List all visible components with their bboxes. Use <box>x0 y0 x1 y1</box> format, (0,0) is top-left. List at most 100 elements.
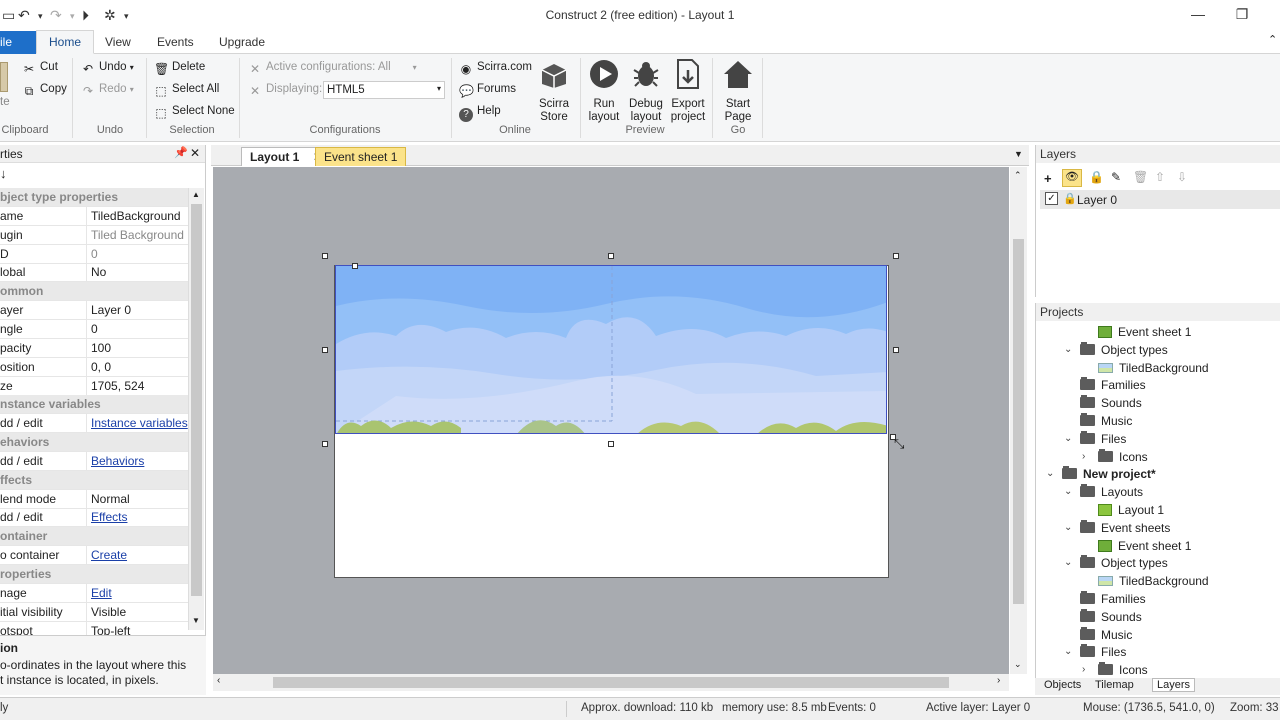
tree-item[interactable]: TiledBackground <box>1098 574 1209 588</box>
canvas-vertical-scrollbar[interactable]: ⌃ ⌄ <box>1010 167 1027 674</box>
delete-layer-icon[interactable]: 🗑 <box>1133 170 1148 184</box>
delete-button[interactable]: 🗑 Delete <box>154 61 205 76</box>
tree-item[interactable]: Layouts <box>1080 484 1143 499</box>
tree-item[interactable]: Sounds <box>1080 395 1142 410</box>
select-all-button[interactable]: ⬚ Select All <box>154 83 219 98</box>
resize-handle[interactable] <box>322 347 328 353</box>
tree-item[interactable]: Files <box>1080 644 1126 659</box>
tree-item[interactable]: Event sheet 1 <box>1098 325 1191 339</box>
displaying-select[interactable]: HTML5 ▾ <box>323 81 445 99</box>
redo-button[interactable]: ↷ Redo ▾ <box>81 83 134 98</box>
tab-layers[interactable]: Layers <box>1152 678 1196 692</box>
run-layout-button[interactable]: Run layout <box>583 58 625 124</box>
scirra-link[interactable]: ◉ Scirra.com <box>459 61 532 76</box>
lock-icon[interactable]: 🔒 <box>1089 170 1104 184</box>
collapse-icon[interactable]: ⌄ <box>1064 646 1072 657</box>
property-row[interactable]: itial visibility Visible <box>0 602 188 622</box>
property-row[interactable]: osition 0, 0 <box>0 357 188 377</box>
collapse-icon[interactable]: ⌄ <box>1046 468 1054 479</box>
tree-item[interactable]: Music <box>1080 626 1132 642</box>
image-point-handle[interactable] <box>352 263 358 269</box>
ribbon-collapse-icon[interactable]: ⌃ <box>1268 33 1277 46</box>
tab-event-sheet-1[interactable]: Event sheet 1 <box>315 147 407 166</box>
tree-item[interactable]: Families <box>1080 377 1146 392</box>
property-row[interactable]: nage Edit <box>0 583 188 603</box>
resize-handle[interactable] <box>893 347 899 353</box>
tab-upgrade[interactable]: Upgrade <box>219 35 265 49</box>
tree-item[interactable]: New project* <box>1062 466 1156 481</box>
resize-handle[interactable] <box>893 253 899 259</box>
cut-button[interactable]: ✂ Cut <box>22 61 58 76</box>
tree-item[interactable]: TiledBackground <box>1098 361 1209 375</box>
help-link[interactable]: ? Help <box>459 105 501 122</box>
property-row[interactable]: lobal No <box>0 263 188 283</box>
resize-handle[interactable] <box>608 253 614 259</box>
property-row[interactable]: ze 1705, 524 <box>0 376 188 396</box>
collapse-icon[interactable]: ⌄ <box>1064 344 1072 355</box>
tab-home[interactable]: Home <box>36 30 95 54</box>
property-link[interactable]: Behaviors <box>91 454 144 468</box>
undo-button[interactable]: ↶ Undo ▾ <box>81 61 134 76</box>
select-none-button[interactable]: ⬚ Select None <box>154 105 234 120</box>
tab-file[interactable]: ile <box>0 31 40 54</box>
tree-item[interactable]: Event sheet 1 <box>1098 539 1191 553</box>
property-link[interactable]: Effects <box>91 510 127 524</box>
expand-icon[interactable]: › <box>1082 664 1085 675</box>
eye-icon[interactable]: 👁 <box>1062 169 1082 187</box>
layer-lock-icon[interactable]: 🔒 <box>1063 192 1077 205</box>
tab-events[interactable]: Events <box>157 35 194 49</box>
minimize-icon[interactable]: — <box>1188 6 1208 22</box>
collapse-icon[interactable]: ⌄ <box>1064 433 1072 444</box>
tiled-background-object[interactable] <box>335 265 887 434</box>
resize-handle[interactable] <box>322 253 328 259</box>
collapse-icon[interactable]: ⌄ <box>1064 486 1072 497</box>
resize-handle[interactable] <box>322 441 328 447</box>
paste-button[interactable] <box>0 62 8 95</box>
property-row[interactable]: D0 <box>0 244 188 264</box>
property-row[interactable]: ame TiledBackground <box>0 206 188 226</box>
close-icon[interactable]: ✕ <box>190 146 200 160</box>
property-row[interactable]: ngle 0 <box>0 319 188 339</box>
property-row[interactable]: dd / edit Effects <box>0 508 188 528</box>
collapse-icon[interactable]: ⌄ <box>1064 522 1072 533</box>
resize-handle[interactable] <box>608 441 614 447</box>
property-link[interactable]: Create <box>91 548 127 562</box>
sort-icon[interactable]: ↓ <box>0 166 7 181</box>
start-page-button[interactable]: Start Page <box>717 58 759 124</box>
export-project-button[interactable]: Export project <box>667 58 709 124</box>
canvas-hscroll-thumb[interactable] <box>273 677 949 688</box>
tree-item[interactable]: Sounds <box>1080 608 1142 624</box>
properties-scrollbar[interactable]: ▲ ▼ <box>188 188 204 630</box>
tab-objects[interactable]: Objects <box>1044 679 1081 691</box>
pin-icon[interactable]: 📌 <box>174 146 188 159</box>
property-row[interactable]: ugin Tiled Background <box>0 225 188 245</box>
property-row[interactable]: o container Create <box>0 546 188 566</box>
tab-list-dropdown-icon[interactable]: ▼ <box>1014 149 1023 159</box>
tree-item[interactable]: Music <box>1080 413 1132 428</box>
tree-item[interactable]: Icons <box>1098 448 1148 464</box>
tree-item[interactable]: Layout 1 <box>1098 503 1164 517</box>
properties-scroll-thumb[interactable] <box>191 204 202 596</box>
property-row[interactable]: dd / edit Behaviors <box>0 451 188 471</box>
tree-item[interactable]: Families <box>1080 591 1146 606</box>
move-down-icon[interactable]: ⇩ <box>1177 170 1187 184</box>
restore-icon[interactable]: ❐ <box>1232 6 1252 23</box>
active-configurations-dropdown[interactable]: ✕ Active configurations: All ▾ <box>248 61 417 76</box>
tree-item[interactable]: Object types <box>1080 555 1168 570</box>
property-row[interactable]: dd / edit Instance variables <box>0 414 188 434</box>
tab-tilemap[interactable]: Tilemap <box>1095 679 1134 691</box>
edit-icon[interactable]: ✎ <box>1111 170 1121 184</box>
tree-item[interactable]: Files <box>1080 430 1126 446</box>
canvas-horizontal-scrollbar[interactable]: ‹ › <box>213 674 1009 691</box>
collapse-icon[interactable]: ⌄ <box>1064 557 1072 568</box>
move-up-icon[interactable]: ⇧ <box>1155 170 1165 184</box>
expand-icon[interactable]: › <box>1082 451 1085 462</box>
tree-item[interactable]: Icons <box>1098 662 1148 677</box>
property-row[interactable]: pacity 100 <box>0 338 188 358</box>
layer-visible-checkbox[interactable]: ✓ <box>1045 192 1058 205</box>
tree-item[interactable]: Event sheets <box>1080 519 1170 535</box>
property-row[interactable]: lend mode Normal <box>0 489 188 509</box>
property-link[interactable]: Instance variables <box>91 416 188 430</box>
add-layer-icon[interactable]: + <box>1044 171 1052 186</box>
scirra-store-button[interactable]: Scirra Store <box>533 58 575 124</box>
